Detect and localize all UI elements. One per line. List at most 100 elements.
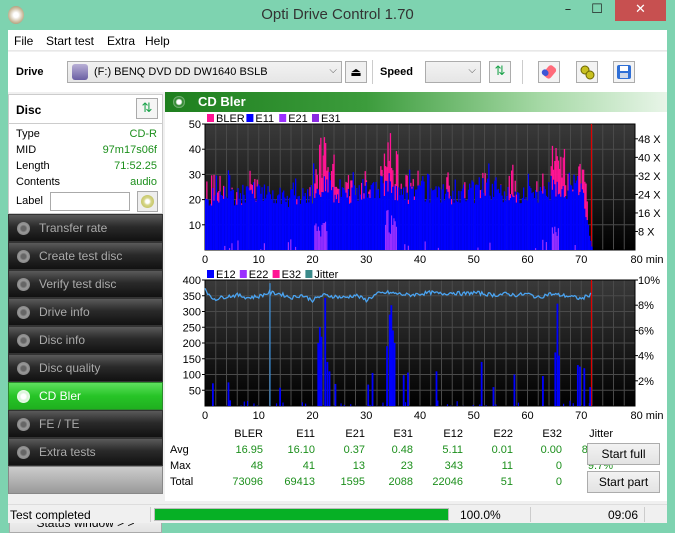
legend-label: BLER — [216, 113, 245, 125]
label-input[interactable] — [50, 192, 130, 211]
e11-bar — [308, 202, 309, 250]
e11-bar — [464, 198, 465, 250]
nav-create-test-disc[interactable]: Create test disc — [8, 242, 163, 270]
bler-bar — [309, 187, 310, 196]
e11-bar — [441, 189, 442, 250]
nav-label: Transfer rate — [39, 221, 107, 235]
e11-bar — [281, 204, 282, 250]
stats-value: 2088 — [363, 476, 413, 488]
e11-bar — [261, 187, 262, 250]
e12-bar — [495, 404, 496, 406]
menu-extra[interactable]: Extra — [107, 34, 135, 48]
nav-disc-quality[interactable]: Disc quality — [8, 354, 163, 382]
e11-bar — [374, 198, 375, 250]
disc-title: Disc — [16, 103, 41, 117]
e11-bar — [295, 179, 296, 250]
bler-bar — [249, 171, 250, 191]
e11-bar — [569, 173, 570, 250]
erase-button[interactable] — [538, 61, 560, 83]
bler-bar — [338, 189, 339, 203]
speed-select[interactable]: ⌵ — [425, 61, 481, 83]
e11-bar — [521, 203, 522, 250]
e11-bar — [487, 179, 488, 250]
label-disc-button[interactable] — [137, 191, 158, 212]
disc-value: 71:52.25 — [114, 160, 157, 172]
e11-bar — [275, 199, 276, 250]
e21-bar — [314, 225, 315, 250]
e11-bar — [518, 193, 519, 250]
e11-bar — [313, 163, 314, 250]
e12-bar — [583, 368, 585, 406]
e11-bar — [410, 186, 411, 250]
nav-fe-te[interactable]: FE / TE — [8, 410, 163, 438]
bler-bar — [561, 178, 562, 190]
refresh-button[interactable]: ⇅ — [489, 61, 511, 83]
e12-bar — [324, 298, 326, 406]
e11-bar — [587, 220, 588, 250]
e11-bar — [426, 199, 427, 250]
nav-extra-tests[interactable]: Extra tests — [8, 438, 163, 466]
e12-bar — [321, 337, 323, 406]
e11-bar — [446, 189, 447, 250]
x-tick-label: 0 — [202, 254, 208, 266]
nav-cd-bler[interactable]: CD Bler — [8, 382, 163, 410]
e11-bar — [327, 192, 328, 250]
e11-bar — [519, 203, 520, 250]
drive-select[interactable]: (F:) BENQ DVD DD DW1640 BSLB ⌵ — [67, 61, 342, 83]
bler-bar — [559, 169, 560, 194]
disc-refresh-button[interactable]: ⇅ — [136, 98, 158, 119]
bler-bar — [251, 184, 252, 190]
e12-bar — [573, 403, 574, 406]
e21-bar — [324, 223, 325, 250]
e11-bar — [265, 198, 266, 250]
stats-value: 0.00 — [512, 444, 562, 456]
legend-swatch — [207, 114, 214, 122]
bler-bar — [555, 148, 556, 197]
bler-chart: BLERE11E21E31102030405001020304050607080… — [165, 112, 667, 272]
bler-bar — [348, 175, 349, 189]
nav-transfer-rate[interactable]: Transfer rate — [8, 214, 163, 242]
stats-value: 0 — [512, 460, 562, 472]
maximize-button[interactable]: ☐ — [584, 0, 610, 21]
save-button[interactable] — [613, 61, 635, 83]
e11-bar — [291, 189, 292, 250]
e11-bar — [397, 200, 398, 250]
nav-verify-test-disc[interactable]: Verify test disc — [8, 270, 163, 298]
start-full-button[interactable]: Start full — [587, 443, 660, 465]
legend-swatch — [305, 270, 312, 278]
e21-bar — [391, 215, 392, 250]
e11-bar — [459, 203, 460, 250]
e11-bar — [481, 190, 482, 250]
e21-bar — [260, 249, 261, 250]
e12-bar — [340, 403, 341, 406]
e11-bar — [451, 204, 452, 250]
e11-bar — [362, 179, 363, 250]
menu-start-test[interactable]: Start test — [46, 34, 94, 48]
disc-icon — [17, 446, 30, 459]
menu-file[interactable]: File — [14, 34, 33, 48]
e11-bar — [584, 209, 585, 250]
nav-disc-info[interactable]: Disc info — [8, 326, 163, 354]
e11-bar — [312, 203, 313, 250]
start-part-button[interactable]: Start part — [587, 471, 660, 493]
close-button[interactable]: ✕ — [615, 0, 666, 21]
nav-drive-info[interactable]: Drive info — [8, 298, 163, 326]
eject-button[interactable]: ⏏ — [345, 61, 367, 83]
e12-bar — [457, 401, 458, 406]
e11-bar — [371, 185, 372, 250]
disc-key: Type — [16, 128, 40, 140]
e12-bar — [319, 327, 321, 406]
x-tick-label: 60 — [521, 410, 533, 422]
minimize-button[interactable]: – — [555, 0, 581, 21]
e11-bar — [480, 198, 481, 250]
e11-bar — [572, 191, 573, 250]
floppy-icon — [616, 64, 632, 80]
bler-bar — [381, 170, 382, 176]
settings-button[interactable] — [576, 61, 598, 83]
disc-row-contents: Contentsaudio — [16, 176, 157, 192]
bler-bar — [386, 167, 387, 181]
e11-bar — [485, 196, 486, 250]
legend-label: Jitter — [314, 269, 338, 281]
menu-help[interactable]: Help — [145, 34, 170, 48]
e11-bar — [453, 203, 454, 250]
